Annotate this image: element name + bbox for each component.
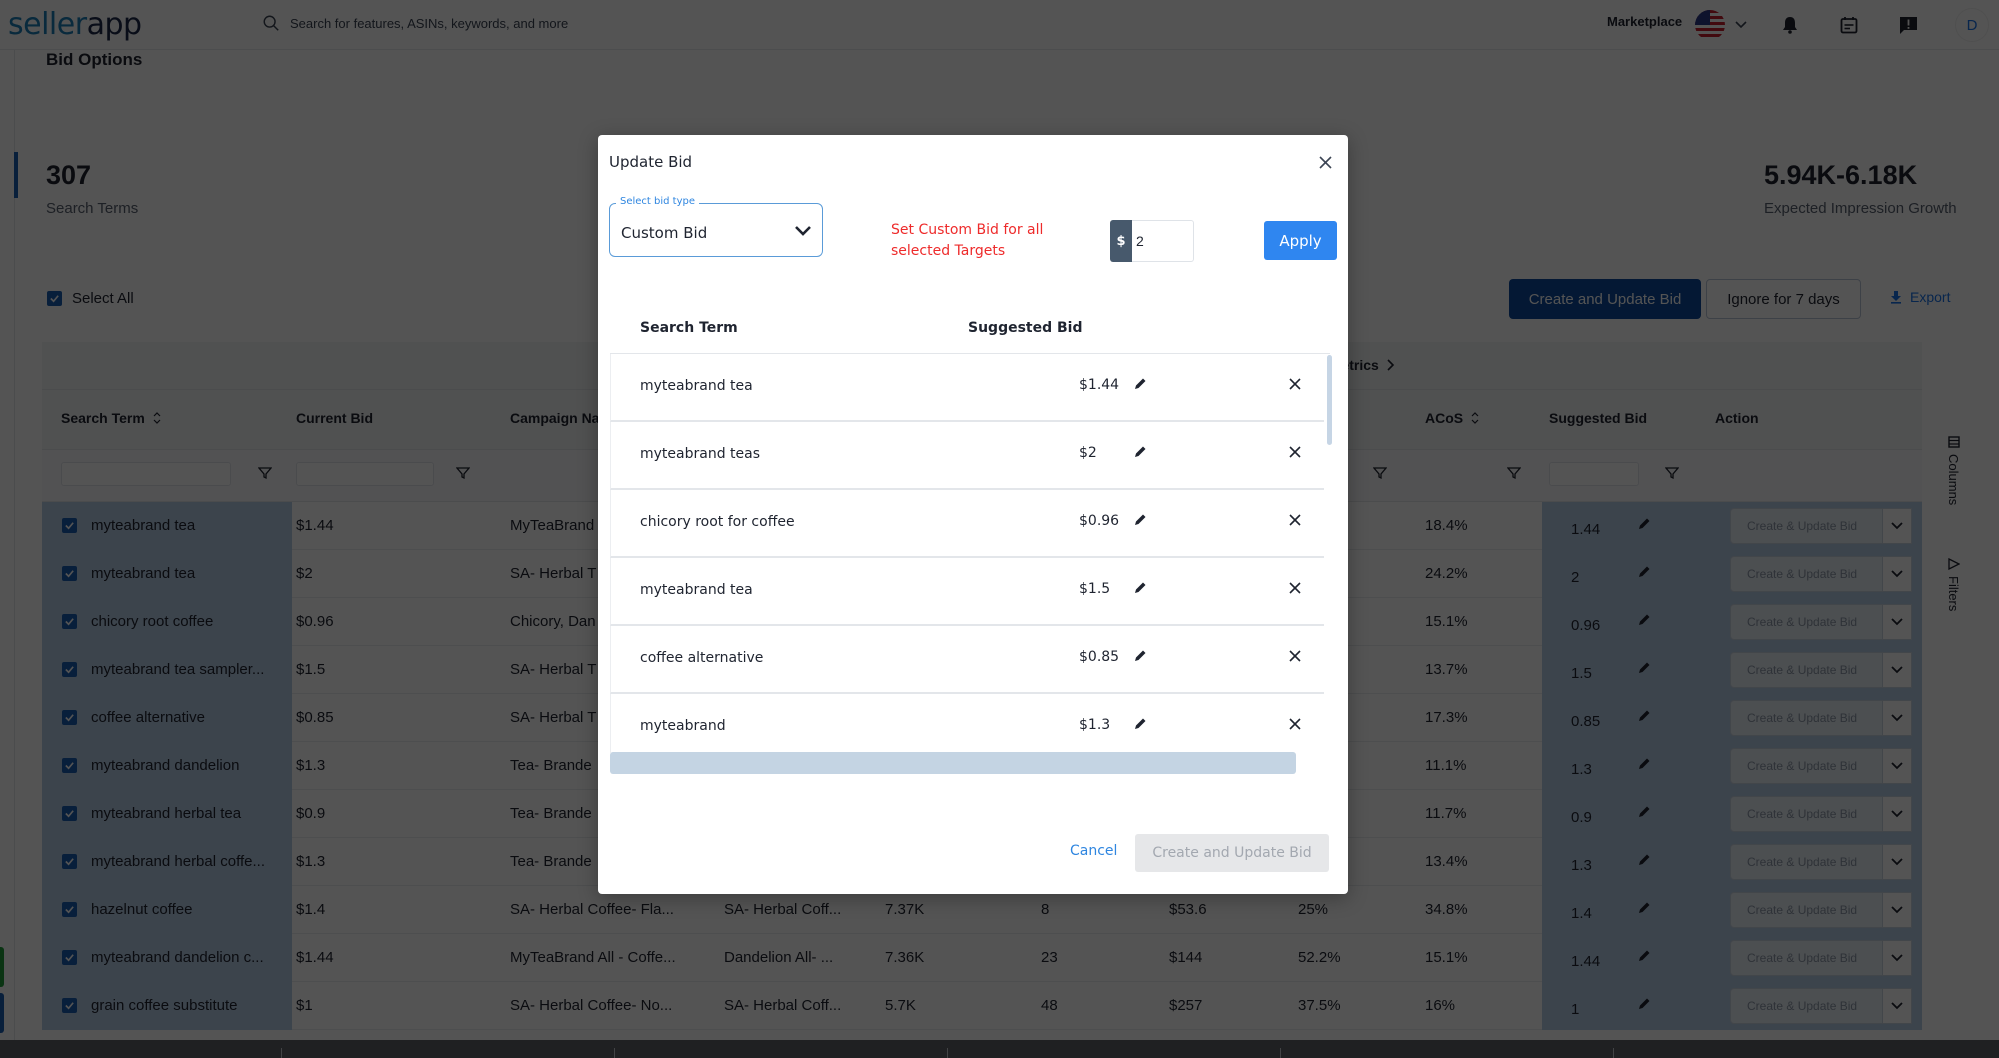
list-item: myteabrand tea $1.44 <box>610 354 1324 422</box>
edit-pencil-icon[interactable] <box>1132 648 1148 664</box>
cancel-button[interactable]: Cancel <box>1070 843 1117 859</box>
remove-target-icon[interactable] <box>1287 512 1303 528</box>
list-item: chicory root for coffee $0.96 <box>610 490 1324 558</box>
custom-bid-hint: Set Custom Bid for all selected Targets <box>891 222 1044 259</box>
custom-bid-amount-input[interactable]: 2 <box>1132 220 1194 262</box>
remove-target-icon[interactable] <box>1287 376 1303 392</box>
list-item: myteabrand tea $1.5 <box>610 558 1324 626</box>
remove-target-icon[interactable] <box>1287 580 1303 596</box>
list-horizontal-scrollbar[interactable] <box>610 752 1296 774</box>
target-suggested-bid: $0.85 <box>1079 649 1120 665</box>
bid-type-value: Custom Bid <box>621 224 708 242</box>
update-bid-modal: Update Bid Select bid type Custom Bid Se… <box>598 135 1348 894</box>
apply-button[interactable]: Apply <box>1264 221 1337 260</box>
bid-type-select-label: Select bid type <box>616 196 700 207</box>
remove-target-icon[interactable] <box>1287 716 1303 732</box>
modal-column-suggested-bid: Suggested Bid <box>968 320 1083 336</box>
list-item: myteabrand teas $2 <box>610 422 1324 490</box>
target-search-term: chicory root for coffee <box>640 514 795 530</box>
edit-pencil-icon[interactable] <box>1132 376 1148 392</box>
target-search-term: coffee alternative <box>640 650 764 666</box>
list-item: myteabrand $1.3 <box>610 694 1324 753</box>
edit-pencil-icon[interactable] <box>1132 512 1148 528</box>
target-search-term: myteabrand tea <box>640 378 753 394</box>
target-suggested-bid: $1.3 <box>1079 717 1111 733</box>
modal-column-search-term: Search Term <box>640 320 738 336</box>
target-search-term: myteabrand <box>640 718 726 734</box>
list-item: coffee alternative $0.85 <box>610 626 1324 694</box>
edit-pencil-icon[interactable] <box>1132 716 1148 732</box>
list-vertical-scrollbar[interactable] <box>1327 355 1332 445</box>
edit-pencil-icon[interactable] <box>1132 444 1148 460</box>
modal-title: Update Bid <box>609 153 693 171</box>
selected-targets-list: myteabrand tea $1.44 myteabrand teas $2 chic… <box>610 353 1330 753</box>
remove-target-icon[interactable] <box>1287 444 1303 460</box>
bid-type-select[interactable]: Select bid type Custom Bid <box>609 196 823 257</box>
modal-create-update-bid-button[interactable]: Create and Update Bid <box>1135 834 1329 872</box>
target-search-term: myteabrand tea <box>640 582 753 598</box>
target-suggested-bid: $0.96 <box>1079 513 1120 529</box>
remove-target-icon[interactable] <box>1287 648 1303 664</box>
target-search-term: myteabrand teas <box>640 446 761 462</box>
close-icon[interactable] <box>1314 151 1336 173</box>
target-suggested-bid: $2 <box>1079 445 1097 461</box>
target-suggested-bid: $1.44 <box>1079 377 1120 393</box>
target-suggested-bid: $1.5 <box>1079 581 1111 597</box>
edit-pencil-icon[interactable] <box>1132 580 1148 596</box>
chevron-down-icon <box>795 226 811 236</box>
currency-prefix: $ <box>1110 220 1132 262</box>
